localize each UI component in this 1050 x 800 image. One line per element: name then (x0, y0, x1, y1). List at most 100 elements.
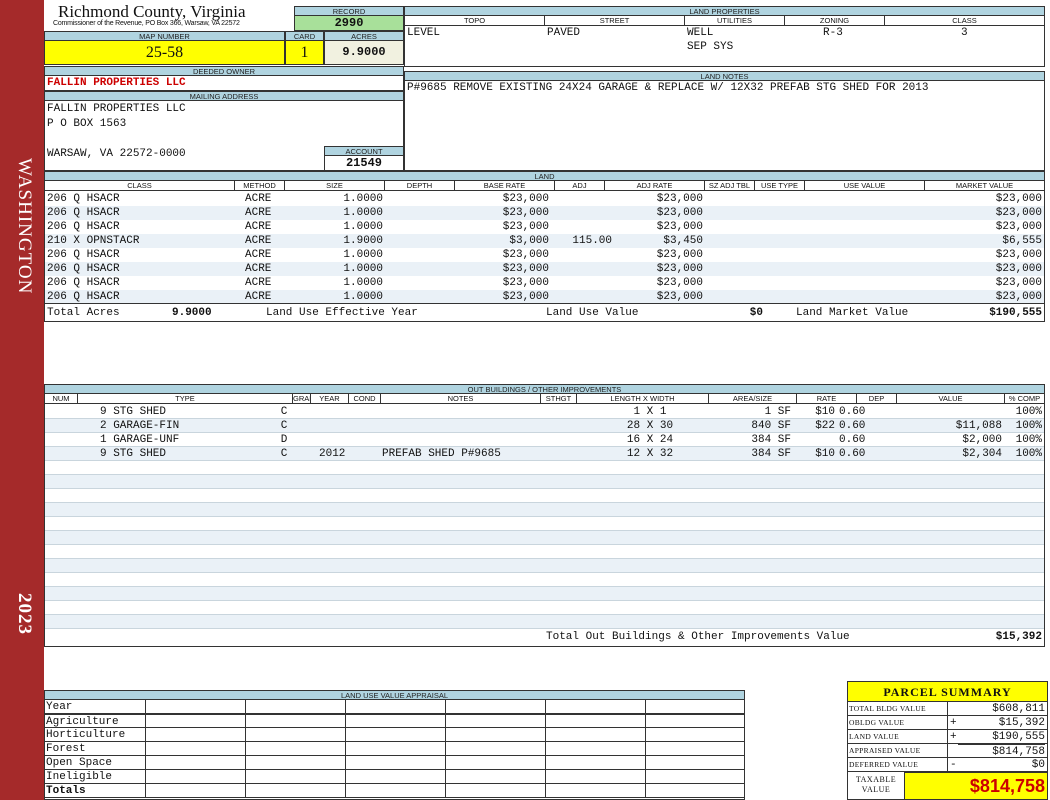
county-title: Richmond County, Virginia (58, 2, 246, 21)
land-adj-rate: $23,000 (656, 291, 703, 303)
land-method: ACRE (245, 277, 272, 289)
ob-rate: $22 (815, 420, 835, 432)
outbuilding-row: 9 STG SHED C 2012 PREFAB SHED P#9685 12 X 32… (45, 447, 1044, 461)
parcel-summary-row: OBLDG VALUE + $15,392 (848, 716, 1047, 730)
summary-divider (947, 758, 948, 772)
land-col-adj: ADJ (555, 181, 605, 191)
land-use-cell-divider (345, 756, 346, 770)
land-use-row: Horticulture (45, 728, 744, 742)
land-table-header: CLASS METHOD SIZE DEPTH BASE RATE ADJ AD… (45, 181, 1044, 191)
land-adj-rate: $23,000 (656, 221, 703, 233)
land-notes-title: LAND NOTES (404, 71, 1045, 81)
summary-label: TOTAL BLDG VALUE (849, 704, 926, 713)
col-zoning: ZONING (785, 16, 885, 26)
land-use-row: Open Space (45, 756, 744, 770)
land-class: 206 Q HSACR (47, 221, 120, 233)
account-value: 21549 (324, 155, 404, 171)
summary-divider (947, 716, 948, 730)
land-size: 1.0000 (343, 249, 383, 261)
acres-value: 9.9000 (324, 40, 404, 65)
land-size: 1.0000 (343, 221, 383, 233)
land-use-value: $0 (749, 307, 763, 319)
land-market-value: $23,000 (995, 291, 1042, 303)
land-class: 206 Q HSACR (47, 207, 120, 219)
land-method: ACRE (245, 207, 272, 219)
land-market-label: Land Market Value (796, 307, 909, 319)
mailing-line-3: WARSAW, VA 22572-0000 (47, 148, 186, 160)
card-value: 1 (285, 40, 324, 65)
ob-year: 2012 (319, 448, 346, 460)
land-table: CLASS METHOD SIZE DEPTH BASE RATE ADJ AD… (44, 180, 1045, 322)
land-use-cell-divider (145, 700, 146, 714)
ob-col-area: AREA/SIZE (709, 394, 797, 404)
land-use-cell-divider (145, 742, 146, 756)
col-class: CLASS (952, 16, 977, 25)
ob-col-year: YEAR (311, 394, 349, 404)
land-use-cell-divider (245, 742, 246, 756)
land-class: 206 Q HSACR (47, 193, 120, 205)
outbuildings-table: NUM TYPE GRADE YEAR COND NOTES STHGT LEN… (44, 393, 1045, 647)
ob-col-grade: GRADE (293, 394, 311, 404)
land-use-cell-divider (645, 728, 646, 742)
parcel-summary-title: PARCEL SUMMARY (848, 682, 1047, 702)
land-use-label: Horticulture (46, 729, 126, 741)
land-use-value-label: Land Use Value (546, 307, 639, 319)
district-sidebar: WASHINGTON 2023 (0, 0, 44, 800)
ob-col-cond: COND (349, 394, 381, 404)
land-properties-title: LAND PROPERTIES (404, 6, 1045, 16)
land-adj-rate: $23,000 (656, 263, 703, 275)
land-base-rate: $23,000 (502, 249, 549, 261)
land-market-value: $6,555 (1002, 235, 1042, 247)
land-use-label: Totals (46, 785, 86, 797)
land-use-cell-divider (445, 728, 446, 742)
land-method: ACRE (245, 221, 272, 233)
summary-label: DEFERRED VALUE (849, 760, 919, 769)
land-use-cell-divider (245, 700, 246, 714)
mailing-address-label: MAILING ADDRESS (44, 91, 404, 101)
land-col-depth: DEPTH (385, 181, 455, 191)
land-use-cell-divider (345, 715, 346, 729)
ob-grade: C (280, 406, 288, 418)
taxable-label: TAXABLE VALUE (848, 772, 904, 799)
acres-label: ACRES (324, 31, 404, 41)
land-use-label: Year (46, 701, 73, 713)
land-col-method: METHOD (235, 181, 285, 191)
taxable-value: $814,758 (969, 776, 1045, 796)
land-base-rate: $23,000 (502, 207, 549, 219)
outbuilding-empty-row (45, 545, 1044, 559)
ob-comp: 100% (1015, 420, 1042, 432)
land-use-label: Open Space (46, 757, 113, 769)
land-class: 206 Q HSACR (47, 249, 120, 261)
land-row: 206 Q HSACR ACRE 1.0000 $23,000 $23,000 $23,0… (45, 262, 1044, 276)
summary-label: OBLDG VALUE (849, 718, 905, 727)
outbuilding-empty-row (45, 517, 1044, 531)
effective-year-label: Land Use Effective Year (266, 307, 418, 319)
ob-col-num: NUM (45, 394, 78, 404)
land-title: LAND (44, 171, 1045, 181)
land-class: 206 Q HSACR (47, 291, 120, 303)
land-size: 1.0000 (343, 193, 383, 205)
summary-label: APPRAISED VALUE (849, 746, 921, 755)
ob-type: 9 STG SHED (100, 406, 167, 418)
outbuildings-total-value: $15,392 (995, 631, 1042, 643)
record-value: 2990 (294, 15, 404, 31)
land-base-rate: $23,000 (502, 263, 549, 275)
outbuildings-header: NUM TYPE GRADE YEAR COND NOTES STHGT LEN… (45, 394, 1044, 404)
ob-type: 1 GARAGE-UNF (100, 434, 180, 446)
account-label: ACCOUNT (324, 146, 404, 156)
ob-comp: 100% (1015, 406, 1042, 418)
land-row: 206 Q HSACR ACRE 1.0000 $23,000 $23,000 $23,0… (45, 276, 1044, 290)
land-adj-rate: $23,000 (656, 207, 703, 219)
summary-label: LAND VALUE (849, 732, 900, 741)
outbuilding-empty-row (45, 615, 1044, 629)
land-use-cell-divider (445, 700, 446, 714)
outbuilding-row: 1 GARAGE-UNF D 16 X 24 384 SF 0.60 $2,000 100% (45, 433, 1044, 447)
land-row: 206 Q HSACR ACRE 1.0000 $23,000 $23,000 $23,0… (45, 248, 1044, 262)
land-market-value: $23,000 (995, 207, 1042, 219)
land-col-use-value: USE VALUE (805, 181, 925, 191)
ob-dims: 12 X 32 (626, 448, 674, 460)
ob-col-dims: LENGTH X WIDTH (577, 394, 709, 404)
land-row: 206 Q HSACR ACRE 1.0000 $23,000 $23,000 $23,0… (45, 220, 1044, 234)
ob-col-type: TYPE (78, 394, 293, 404)
land-use-cell-divider (345, 784, 346, 798)
